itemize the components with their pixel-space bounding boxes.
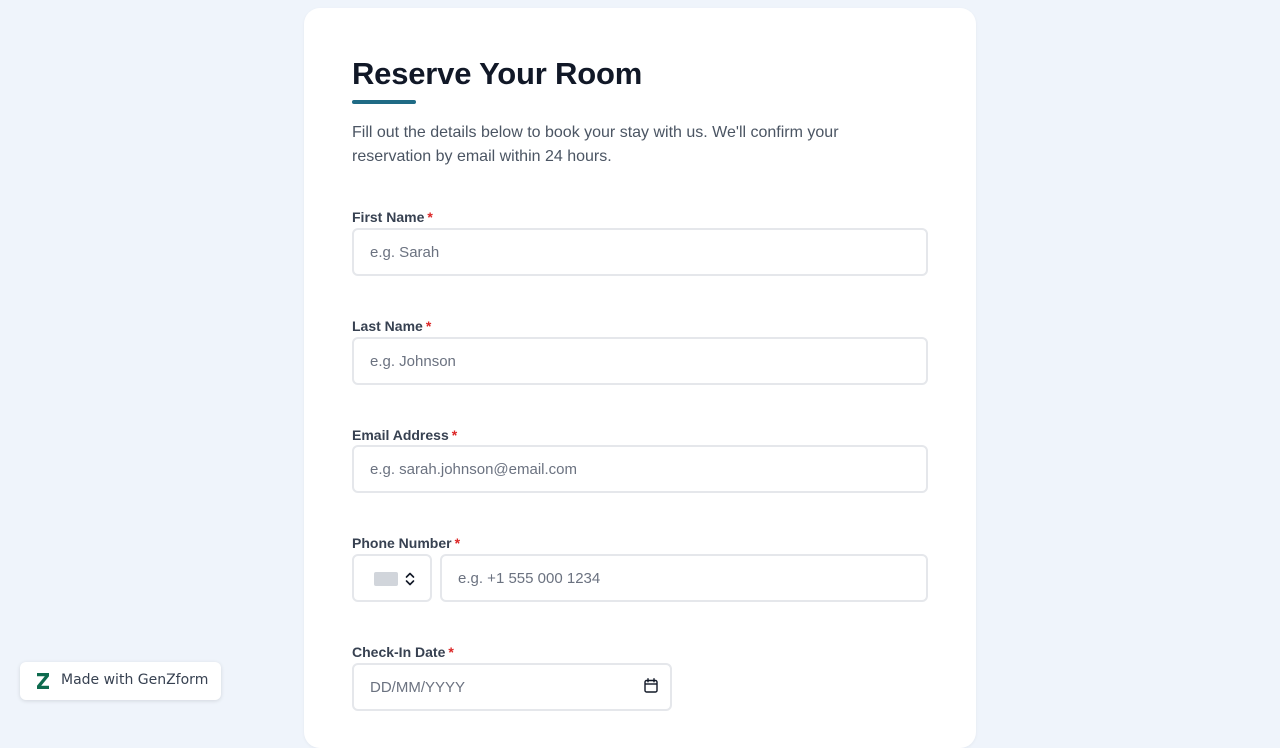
title-underline xyxy=(352,100,416,104)
required-marker: * xyxy=(427,209,433,225)
first-name-input[interactable] xyxy=(352,228,928,276)
phone-label: Phone Number * xyxy=(352,535,460,551)
calendar-icon[interactable] xyxy=(644,678,658,693)
last-name-label: Last Name * xyxy=(352,318,431,334)
first-name-label-text: First Name xyxy=(352,209,425,225)
form-intro: Fill out the details below to book your … xyxy=(352,124,839,165)
email-input[interactable] xyxy=(352,445,928,493)
chevron-up-down-icon xyxy=(405,572,415,586)
phone-label-text: Phone Number xyxy=(352,535,452,551)
required-marker: * xyxy=(425,318,432,334)
badge-text: Made with GenZform xyxy=(61,672,209,688)
first-name-label: First Name * xyxy=(352,209,433,225)
email-label: Email Address * xyxy=(352,427,457,443)
form-title: Reserve Your Room xyxy=(352,56,643,91)
phone-input[interactable] xyxy=(440,554,928,602)
check-in-label-text: Check-In Date xyxy=(352,644,446,660)
reservation-form-card: Reserve Your Room Fill out the details b… xyxy=(304,8,976,748)
check-in-label: Check-In Date * xyxy=(352,644,454,660)
required-marker: * xyxy=(451,427,458,443)
genzform-logo-icon xyxy=(37,673,49,689)
last-name-label-text: Last Name xyxy=(352,318,423,334)
check-in-date-input[interactable]: DD/MM/YYYY xyxy=(352,663,672,711)
made-with-genzform-badge[interactable]: Made with GenZform xyxy=(20,662,221,700)
last-name-input[interactable] xyxy=(352,337,928,385)
email-label-text: Email Address xyxy=(352,427,449,443)
flag-placeholder xyxy=(374,572,398,586)
check-in-date-placeholder: DD/MM/YYYY xyxy=(370,679,466,696)
country-code-select[interactable] xyxy=(352,554,432,602)
required-marker: * xyxy=(448,644,454,660)
required-marker: * xyxy=(454,535,461,551)
